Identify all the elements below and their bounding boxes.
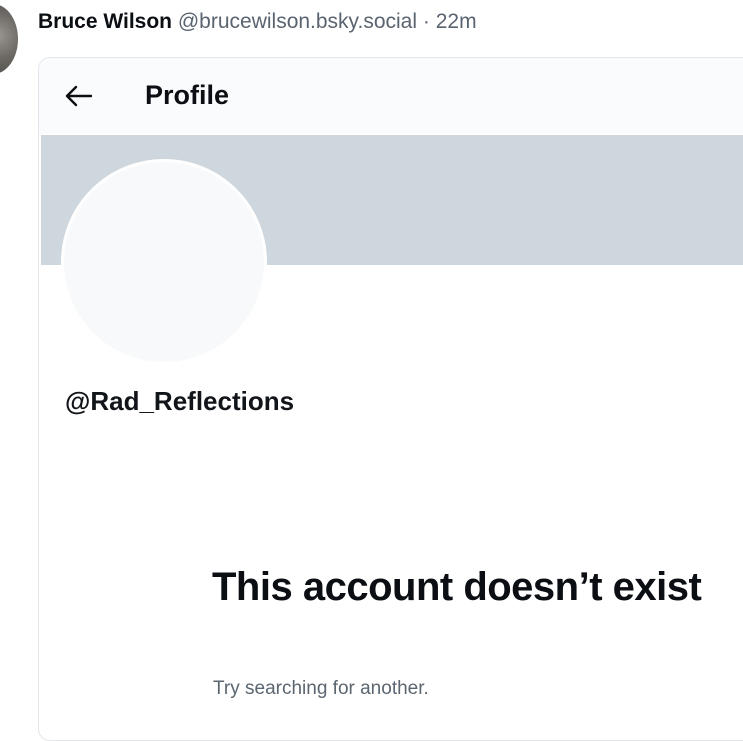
- post-time[interactable]: 22m: [436, 10, 477, 33]
- post-separator: ·: [422, 10, 430, 33]
- profile-topbar: Profile: [39, 58, 743, 134]
- profile-handle: @Rad_Reflections: [65, 386, 295, 416]
- author-name[interactable]: Bruce Wilson: [38, 10, 172, 33]
- author-avatar[interactable]: [0, 4, 18, 74]
- author-handle[interactable]: @brucewilson.bsky.social: [178, 10, 417, 33]
- post: Bruce Wilson @brucewilson.bsky.social · …: [0, 0, 743, 741]
- profile-avatar: [61, 159, 267, 365]
- post-header: Bruce Wilson @brucewilson.bsky.social · …: [38, 8, 477, 36]
- arrow-left-icon[interactable]: [63, 83, 93, 109]
- account-not-found-title: This account doesn’t exist: [212, 565, 702, 609]
- page-title: Profile: [145, 80, 230, 110]
- embedded-profile-screenshot[interactable]: Profile @Rad_Reflections This account do…: [38, 57, 743, 741]
- account-not-found-subtitle: Try searching for another.: [213, 678, 429, 699]
